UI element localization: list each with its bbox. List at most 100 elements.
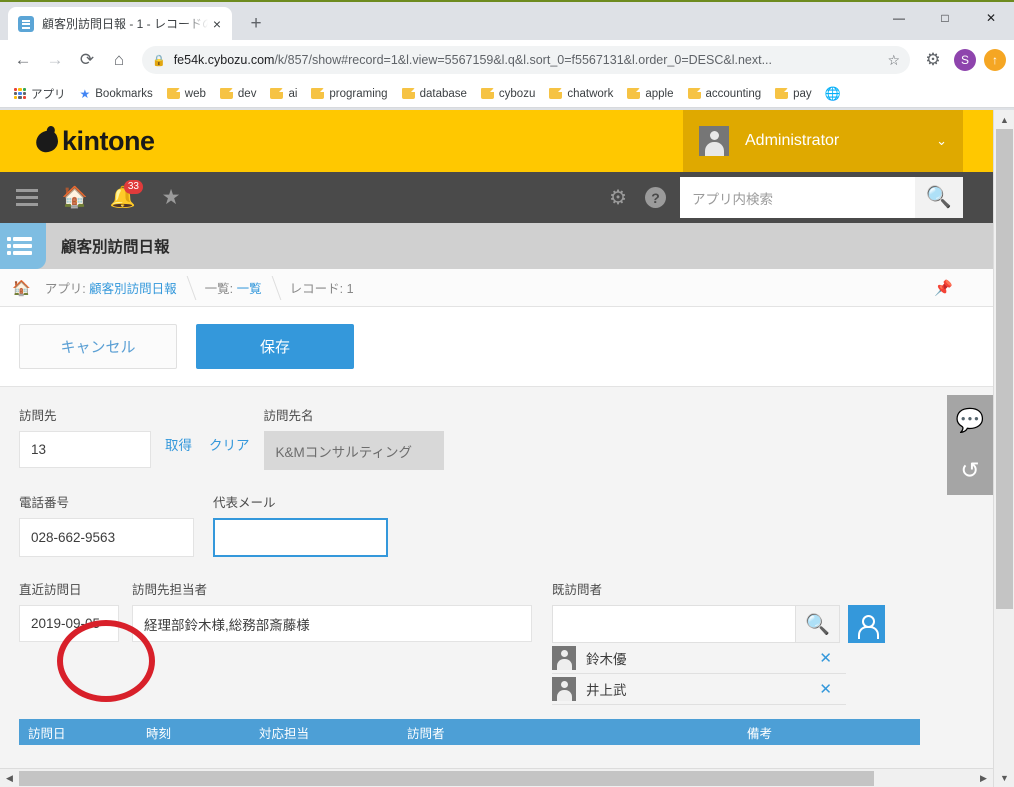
app-search-input[interactable]: アプリ内検索	[680, 177, 915, 218]
fetch-link[interactable]: 取得	[165, 434, 192, 454]
url-host: fe54k.cybozu.com	[173, 53, 275, 67]
breadcrumb-app-link[interactable]: 顧客別訪問日報	[89, 278, 177, 297]
minimize-button[interactable]: —	[876, 2, 922, 34]
bookmark-database[interactable]: database	[396, 85, 473, 103]
kintone-navbar: 🏠 🔔 33 ★ ⚙ ? アプリ内検索 🔍	[0, 172, 993, 223]
bookmark-chatwork[interactable]: chatwork	[543, 85, 619, 103]
scroll-right-arrow-icon[interactable]: ▶	[974, 769, 993, 787]
update-arrow-icon[interactable]: ↑	[984, 49, 1006, 71]
bookmark-label: ai	[288, 87, 298, 100]
close-window-button[interactable]: ✕	[968, 2, 1014, 34]
breadcrumb-view-link[interactable]: 一覧	[237, 278, 262, 297]
forward-icon[interactable]: →	[40, 45, 70, 75]
phone-input[interactable]: 028-662-9563	[19, 518, 194, 557]
remove-user-icon[interactable]: ✕	[819, 649, 832, 667]
email-input[interactable]	[213, 518, 388, 557]
browser-window: 顧客別訪問日報 - 1 - レコードの詳細 × + — □ ✕ ← → ⟳ ⌂ …	[0, 0, 1014, 787]
clear-link[interactable]: クリア	[209, 434, 250, 454]
remove-user-icon[interactable]: ✕	[819, 680, 832, 698]
add-user-button[interactable]	[848, 605, 885, 643]
browser-titlebar: 顧客別訪問日報 - 1 - レコードの詳細 × + — □ ✕	[0, 0, 1014, 40]
past-visitors-search-input[interactable]	[552, 605, 795, 643]
folder-icon	[627, 88, 641, 99]
maximize-button[interactable]: □	[922, 2, 968, 34]
address-bar[interactable]: 🔒 fe54k.cybozu.com/k/857/show#record=1&l…	[142, 46, 910, 74]
hamburger-icon[interactable]	[14, 185, 40, 211]
bookmark-label: apple	[645, 87, 674, 100]
record-side-panel: 💬 ↺	[947, 395, 993, 495]
scroll-left-arrow-icon[interactable]: ◀	[0, 769, 19, 787]
list-app-icon	[0, 223, 46, 269]
bookmark-star-icon[interactable]: ☆	[887, 52, 900, 69]
bookmark-cybozu[interactable]: cybozu	[475, 85, 541, 103]
grid-icon	[14, 87, 26, 100]
home-icon[interactable]: ⌂	[104, 45, 134, 75]
new-tab-button[interactable]: +	[242, 9, 270, 37]
globe-icon[interactable]: 🌐	[820, 83, 846, 105]
user-name: Administrator	[745, 132, 840, 149]
bookmark-label: dev	[237, 87, 257, 100]
record-form: 訪問先 13 取得 クリア 訪問先名 K&Mコンサルティング 電話番号 028-…	[0, 387, 993, 745]
pin-icon[interactable]: 📌	[934, 279, 953, 297]
folder-icon	[270, 88, 284, 99]
last-visit-date-input[interactable]: 2019-09-05	[19, 605, 119, 642]
search-icon[interactable]: 🔍	[795, 605, 840, 643]
browser-tab[interactable]: 顧客別訪問日報 - 1 - レコードの詳細 ×	[8, 7, 232, 40]
cancel-button[interactable]: キャンセル	[19, 324, 177, 369]
user-name: 井上武	[586, 683, 627, 698]
bookmark-apps[interactable]: アプリ	[8, 83, 72, 105]
bookmark-programing[interactable]: programing	[305, 85, 393, 103]
save-button[interactable]: 保存	[196, 324, 354, 369]
folder-icon	[775, 88, 789, 99]
gear-icon[interactable]: ⚙	[609, 185, 627, 210]
breadcrumb-record: レコード: 1	[289, 282, 354, 296]
bookmark-ai[interactable]: ai	[264, 85, 303, 103]
history-clock-icon[interactable]: ↺	[960, 457, 979, 484]
extension-gear-icon[interactable]: ⚙	[918, 45, 948, 75]
home-icon[interactable]: 🏠	[12, 279, 31, 297]
back-icon[interactable]: ←	[8, 45, 38, 75]
person-add-icon	[858, 614, 879, 639]
column-header: 訪問者	[407, 726, 445, 741]
breadcrumb: 🏠 アプリ: 顧客別訪問日報 一覧: 一覧 レコード: 1 📌	[0, 269, 993, 307]
breadcrumb-app: アプリ: 顧客別訪問日報	[31, 269, 191, 307]
bookmark-apple[interactable]: apple	[621, 85, 679, 103]
reload-icon[interactable]: ⟳	[72, 45, 102, 75]
kintone-header: kintone Administrator ⌄	[0, 110, 993, 172]
home-icon[interactable]: 🏠	[62, 185, 88, 211]
tab-close-icon[interactable]: ×	[208, 15, 226, 33]
tab-title: 顧客別訪問日報 - 1 - レコードの詳細	[42, 17, 208, 31]
folder-icon	[687, 88, 701, 99]
kintone-logo[interactable]: kintone	[34, 126, 155, 157]
comment-bubble-icon[interactable]: 💬	[956, 407, 985, 434]
field-label: 訪問先名	[263, 409, 314, 423]
bookmark-pay[interactable]: pay	[769, 85, 818, 103]
hscroll-thumb[interactable]	[19, 771, 874, 786]
bookmark-label: database	[419, 87, 467, 100]
nav-right-group: ⚙ ? アプリ内検索 🔍	[609, 172, 963, 223]
scroll-down-arrow-icon[interactable]: ▼	[994, 768, 1014, 787]
bookmark-dev[interactable]: dev	[214, 85, 263, 103]
visit-target-input[interactable]: 13	[19, 431, 151, 468]
scroll-up-arrow-icon[interactable]: ▲	[994, 110, 1014, 129]
field-phone: 電話番号 028-662-9563	[19, 492, 194, 557]
vertical-scrollbar[interactable]: ▲ ▼	[993, 110, 1014, 787]
help-icon[interactable]: ?	[645, 187, 666, 208]
url-path: /k/857/show#record=1&l.view=5567159&l.q&…	[274, 53, 772, 67]
star-icon[interactable]: ★	[158, 185, 184, 211]
bookmark-accounting[interactable]: accounting	[682, 85, 768, 103]
user-menu[interactable]: Administrator ⌄	[683, 110, 963, 172]
bookmark-label: cybozu	[498, 87, 536, 100]
horizontal-scrollbar[interactable]: ◀ ▶	[0, 768, 993, 787]
nav-icon-group: 🏠 🔔 33 ★	[14, 179, 184, 211]
profile-avatar[interactable]: S	[954, 49, 976, 71]
bookmark-bookmarks[interactable]: ★ Bookmarks	[74, 84, 159, 104]
chevron-down-icon[interactable]: ⌄	[936, 133, 947, 149]
search-icon[interactable]: 🔍	[915, 177, 963, 218]
contact-person-input[interactable]: 経理部鈴木様,総務部斎藤様	[132, 605, 532, 642]
bookmark-label: programing	[329, 87, 388, 100]
field-past-visitors: 既訪問者 🔍 鈴木優 ✕ 井上武 ✕	[552, 579, 885, 705]
bell-icon[interactable]: 🔔 33	[110, 179, 143, 211]
bookmark-web[interactable]: web	[161, 85, 212, 103]
vscroll-thumb[interactable]	[996, 129, 1013, 609]
